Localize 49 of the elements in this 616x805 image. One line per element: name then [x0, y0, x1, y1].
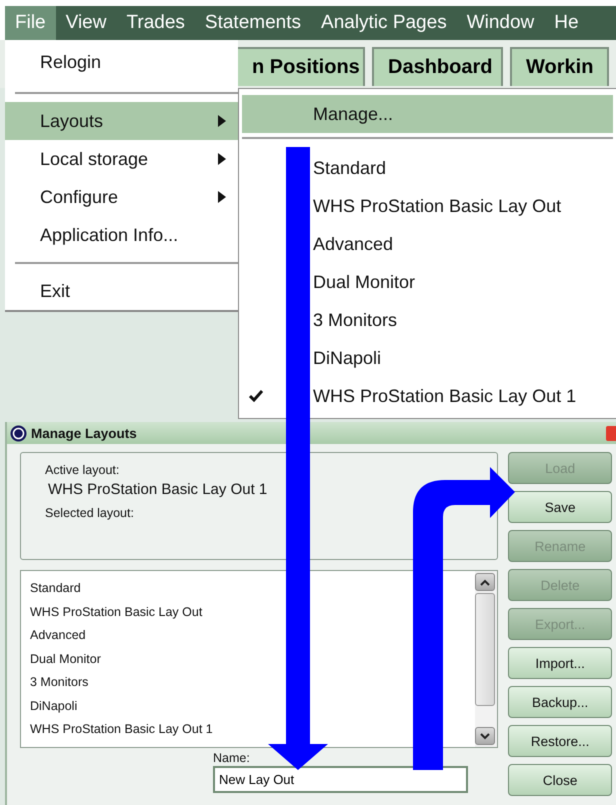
menu-item[interactable]: 3 Monitors	[313, 310, 398, 330]
menu-item[interactable]: Application Info...	[5, 216, 238, 254]
chevron-down-icon	[480, 732, 490, 740]
dialog-button[interactable]: Save	[508, 491, 612, 523]
app-logo-icon	[10, 424, 27, 442]
chevron-up-icon	[480, 578, 490, 586]
menu-item[interactable]: Manage...	[313, 104, 394, 124]
dialog-button[interactable]: Close	[508, 764, 612, 796]
active-layout-label: Active layout:	[45, 463, 120, 477]
dialog-button[interactable]: Restore...	[508, 725, 612, 757]
list-item[interactable]: Advanced	[30, 628, 476, 642]
list-item[interactable]: DiNapoli	[30, 698, 476, 712]
dialog-button[interactable]: Backup...	[508, 686, 612, 718]
menu-item[interactable]: Exit	[5, 272, 238, 310]
menu-item[interactable]: Configure	[5, 178, 238, 216]
scroll-up-button[interactable]	[475, 573, 496, 591]
menu-item[interactable]: Advanced	[313, 234, 394, 254]
list-item[interactable]: Dual Monitor	[30, 652, 476, 666]
list-item[interactable]: WHS ProStation Basic Lay Out 1	[30, 722, 476, 736]
close-icon[interactable]	[606, 426, 616, 440]
active-layout-value: WHS ProStation Basic Lay Out 1	[47, 481, 268, 498]
dialog-title: Manage Layouts	[31, 426, 137, 440]
menu-item[interactable]: Window	[456, 6, 544, 40]
menu-item[interactable]: DiNapoli	[313, 348, 382, 368]
menu-item[interactable]: WHS ProStation Basic Lay Out 1	[313, 386, 576, 406]
selected-layout-label: Selected layout:	[45, 506, 135, 520]
menu-item[interactable]: Relogin	[5, 40, 238, 84]
list-item[interactable]: WHS ProStation Basic Lay Out	[30, 604, 476, 618]
menu-item[interactable]: Statements	[194, 6, 312, 40]
menu-item[interactable]: Standard	[313, 158, 386, 178]
dialog-button[interactable]: Import...	[508, 647, 612, 679]
list-item[interactable]: 3 Monitors	[30, 675, 476, 689]
tab[interactable]: Dashboard	[372, 47, 503, 86]
tab[interactable]: Workin	[510, 47, 610, 86]
list-item[interactable]: Standard	[30, 581, 476, 595]
menu-item[interactable]: Trades	[116, 6, 195, 40]
menu-item[interactable]: Local storage	[5, 140, 238, 178]
menu-item[interactable]: WHS ProStation Basic Lay Out	[313, 196, 562, 216]
menu-item[interactable]: He	[544, 6, 589, 40]
menu-item[interactable]: View	[56, 6, 116, 40]
tab[interactable]: n Positions	[238, 47, 365, 86]
menu-item[interactable]: Analytic Pages	[311, 6, 457, 40]
menu-item[interactable]: File	[5, 6, 56, 40]
menu-item[interactable]: Dual Monitor	[313, 272, 416, 292]
name-field[interactable]: New Lay Out	[213, 766, 468, 793]
scrollbar-thumb[interactable]	[475, 593, 496, 706]
name-label: Name:	[213, 751, 251, 765]
menu-item[interactable]: Layouts	[5, 102, 238, 140]
scroll-down-button[interactable]	[475, 727, 496, 745]
